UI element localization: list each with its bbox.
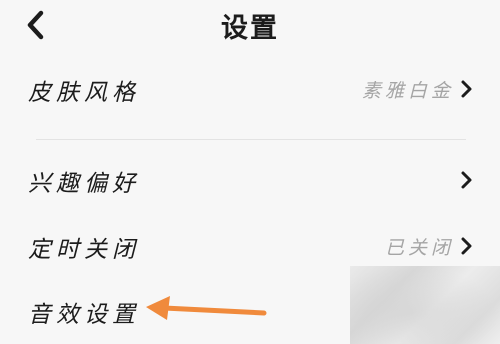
arrow-left-icon <box>146 296 267 320</box>
setting-value-skin: 素雅白金 <box>361 80 454 102</box>
setting-label-sound: 音效设置 <box>28 302 140 328</box>
header: 设置 <box>0 0 500 50</box>
setting-row-timer[interactable]: 定时关闭 已关闭 <box>0 223 500 269</box>
section-divider <box>36 139 466 140</box>
setting-label-skin: 皮肤风格 <box>28 80 140 106</box>
page-title: 设置 <box>221 13 279 44</box>
settings-screen: 设置 皮肤风格 素雅白金 兴趣偏好 定时关闭 已关闭 音效设置 <box>0 0 500 344</box>
setting-row-skin[interactable]: 皮肤风格 素雅白金 <box>0 66 500 112</box>
setting-row-interest[interactable]: 兴趣偏好 <box>0 157 500 203</box>
chevron-right-icon <box>461 237 472 255</box>
chevron-right-icon <box>461 80 472 98</box>
setting-label-timer: 定时关闭 <box>28 237 140 263</box>
setting-value-timer: 已关闭 <box>384 237 454 259</box>
watermark-blur <box>350 266 500 344</box>
chevron-right-icon <box>461 171 472 189</box>
setting-label-interest: 兴趣偏好 <box>28 171 140 197</box>
